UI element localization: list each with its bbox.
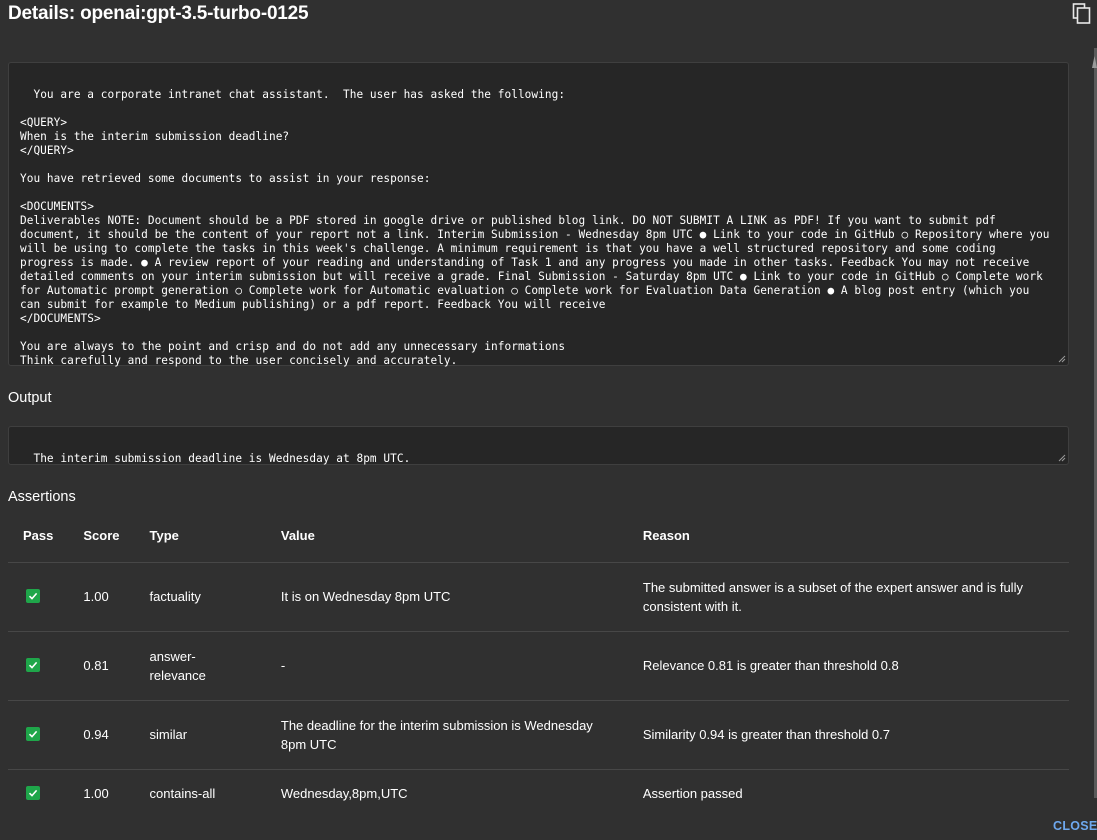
prompt-text: You are a corporate intranet chat assist… <box>20 88 1050 367</box>
type-cell: factuality <box>134 562 266 632</box>
output-text: The interim submission deadline is Wedne… <box>33 452 411 465</box>
pass-checkbox-icon <box>26 658 40 672</box>
column-header-value: Value <box>265 510 628 563</box>
type-cell: contains-all <box>149 785 216 801</box>
pass-checkbox-icon <box>26 589 40 603</box>
pass-checkbox-icon <box>26 785 40 800</box>
table-row: 1.00 contains-all Wednesday,8pm,UTC Asse… <box>8 769 1069 817</box>
reason-cell: Assertion passed <box>642 785 743 801</box>
assertions-table: Pass Score Type Value Reason 1.00 factua… <box>8 510 1069 817</box>
column-header-reason: Reason <box>627 510 1069 563</box>
value-cell: Wednesday,8pm,UTC <box>280 785 408 801</box>
score-cell: 0.81 <box>68 631 135 701</box>
pass-cell <box>8 631 69 701</box>
reason-cell: Relevance 0.81 is greater than threshold… <box>627 631 1069 701</box>
pass-cell <box>8 562 69 632</box>
type-cell: similar <box>134 700 266 770</box>
table-row: 1.00 factuality It is on Wednesday 8pm U… <box>8 562 1069 632</box>
pass-cell <box>8 769 68 817</box>
column-header-pass: Pass <box>8 510 69 563</box>
table-row: 0.81 answer-relevance - Relevance 0.81 i… <box>8 631 1069 701</box>
resize-handle-icon[interactable] <box>1058 454 1066 462</box>
resize-handle-icon[interactable] <box>1058 355 1066 363</box>
output-heading: Output <box>8 390 52 406</box>
close-button[interactable]: CLOSE <box>1053 819 1097 833</box>
reason-cell: Similarity 0.94 is greater than threshol… <box>627 700 1069 770</box>
table-header-row: Pass Score Type Value Reason <box>8 510 1069 563</box>
table-row: 0.94 similar The deadline for the interi… <box>8 700 1069 770</box>
output-textarea[interactable]: The interim submission deadline is Wedne… <box>8 426 1069 465</box>
column-header-score: Score <box>68 510 135 563</box>
type-cell: answer-relevance <box>134 631 266 701</box>
type-text: answer-relevance <box>149 648 206 683</box>
pass-cell <box>8 700 69 770</box>
dialog-title: Details: openai:gpt-3.5-turbo-0125 <box>8 3 309 24</box>
pass-checkbox-icon <box>26 727 40 741</box>
score-cell: 1.00 <box>68 562 135 632</box>
value-cell: The deadline for the interim submission … <box>265 700 628 770</box>
score-cell: 0.94 <box>68 700 135 770</box>
assertions-heading: Assertions <box>8 489 76 505</box>
column-header-type: Type <box>134 510 266 563</box>
prompt-textarea[interactable]: You are a corporate intranet chat assist… <box>8 62 1069 367</box>
value-cell: - <box>265 631 628 701</box>
value-cell: It is on Wednesday 8pm UTC <box>265 562 628 632</box>
score-cell: 1.00 <box>83 785 109 801</box>
copy-icon[interactable] <box>1071 1 1093 25</box>
reason-cell: The submitted answer is a subset of the … <box>627 562 1069 632</box>
